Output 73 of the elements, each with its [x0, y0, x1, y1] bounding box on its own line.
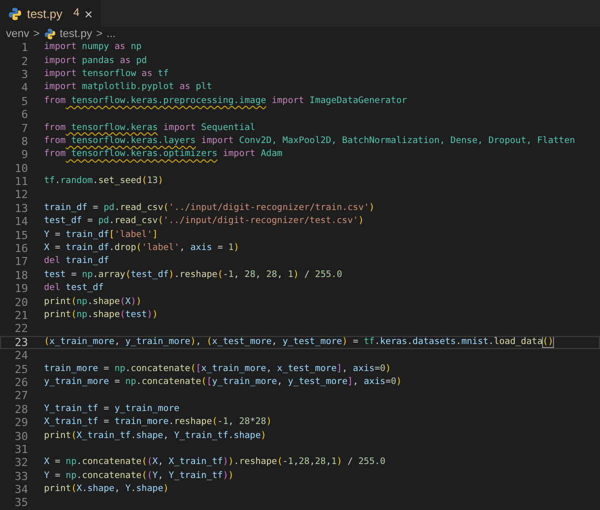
code-line: import numpy as np: [44, 41, 142, 54]
code-line: print(np.shape(X)): [44, 296, 142, 309]
line-number: 18: [14, 268, 28, 282]
code-line: (x_train_more, y_train_more), (x_test_more, y_test_more) = tf.keras.datasets.mnist.load_data(): [44, 336, 554, 349]
line-number: 12: [14, 188, 28, 202]
line-number: 13: [14, 202, 28, 215]
line-number: 5: [20, 94, 28, 108]
code-line: from tensorflow.keras.optimizers import Adam: [44, 148, 282, 162]
code-line: Y = np.concatenate((Y, Y_train_tf)): [44, 470, 234, 483]
code-line: Y_train_tf = y_train_more: [44, 402, 180, 416]
code-line: del train_df: [44, 255, 110, 268]
line-number: 30: [14, 430, 28, 443]
breadcrumb-separator: >: [96, 26, 103, 42]
code-line: X_train_tf = train_more.reshape(-1, 28*28): [44, 416, 272, 430]
python-icon: [44, 28, 56, 40]
line-number: 10: [14, 162, 28, 175]
code-line: print(X_train_tf.shape, Y_train_tf.shape): [44, 430, 266, 443]
line-number: 20: [14, 296, 28, 309]
code-line: test_df = pd.read_csv('../input/digit-recognizer/test.csv'): [44, 215, 364, 228]
code-line: tf.random.set_seed(13): [44, 175, 164, 188]
line-number: 19: [14, 282, 28, 296]
line-number: 1: [20, 41, 28, 54]
code-line: X = np.concatenate((X, X_train_tf)).reshape(-1,28,28,1) / 255.0: [44, 456, 386, 470]
breadcrumb-file[interactable]: test.py: [60, 26, 92, 42]
line-number: 3: [20, 68, 28, 81]
line-number: 28: [14, 402, 28, 416]
line-number: 21: [14, 309, 28, 322]
editor-tab[interactable]: test.py 4 ×: [0, 0, 101, 27]
code-line: import pandas as pd: [44, 54, 147, 68]
line-number: 16: [14, 242, 28, 256]
code-line: train_more = np.concatenate([x_train_more, x_test_more], axis=0): [44, 362, 391, 376]
line-number: 6: [20, 108, 28, 122]
line-number: 29: [14, 416, 28, 430]
line-number: 15: [14, 228, 28, 242]
code-line: print(np.shape(test)): [44, 309, 158, 322]
code-line: y_train_more = np.concatenate([y_train_more, y_test_more], axis=0): [44, 376, 402, 389]
breadcrumb-more[interactable]: ...: [106, 26, 116, 42]
code-line: print(X.shape, Y.shape): [44, 483, 169, 496]
code-line: train_df = pd.read_csv('../input/digit-recognizer/train.csv'): [44, 202, 375, 215]
code-line: from tensorflow.keras import Sequential: [44, 122, 256, 135]
line-number: 32: [14, 456, 28, 470]
line-number: 24: [14, 349, 28, 362]
line-number: 2: [20, 54, 28, 68]
line-number: 14: [14, 215, 28, 228]
line-number: 26: [14, 376, 28, 389]
line-number: 7: [20, 122, 28, 135]
tab-filename: test.py: [27, 6, 62, 22]
code-line: import matplotlib.pyplot as plt: [44, 81, 212, 94]
line-number: 35: [14, 496, 28, 510]
code-line: del test_df: [44, 282, 104, 296]
close-button[interactable]: ×: [84, 6, 93, 20]
breadcrumb-separator: >: [33, 26, 40, 42]
line-number: 22: [14, 322, 28, 336]
line-number: 34: [14, 483, 28, 496]
code-line: import tensorflow as tf: [44, 68, 169, 81]
line-number: 23: [14, 336, 28, 349]
line-number: 33: [14, 470, 28, 483]
line-number: 4: [20, 81, 28, 94]
code-line: from tensorflow.keras.preprocessing.image import ImageDataGenerator: [44, 94, 408, 108]
line-number: 31: [14, 442, 28, 456]
code-line: Y = train_df['label']: [44, 228, 158, 242]
line-number: 27: [14, 389, 28, 402]
python-icon: [8, 6, 22, 20]
line-number: 25: [14, 362, 28, 376]
line-number: 9: [20, 148, 28, 162]
code-line: X = train_df.drop('label', axis = 1): [44, 242, 240, 256]
line-number: 8: [20, 134, 28, 148]
problem-count: 4: [73, 6, 80, 22]
code-line: test = np.array(test_df).reshape(-1, 28, 28, 1) / 255.0: [44, 268, 342, 282]
line-number: 17: [14, 255, 28, 268]
code-line: from tensorflow.keras.layers import Conv2D, MaxPool2D, BatchNormalization, Dense, Dropout, Flatten: [44, 134, 576, 148]
breadcrumb-folder[interactable]: venv: [6, 26, 30, 42]
line-number: 11: [14, 175, 28, 188]
